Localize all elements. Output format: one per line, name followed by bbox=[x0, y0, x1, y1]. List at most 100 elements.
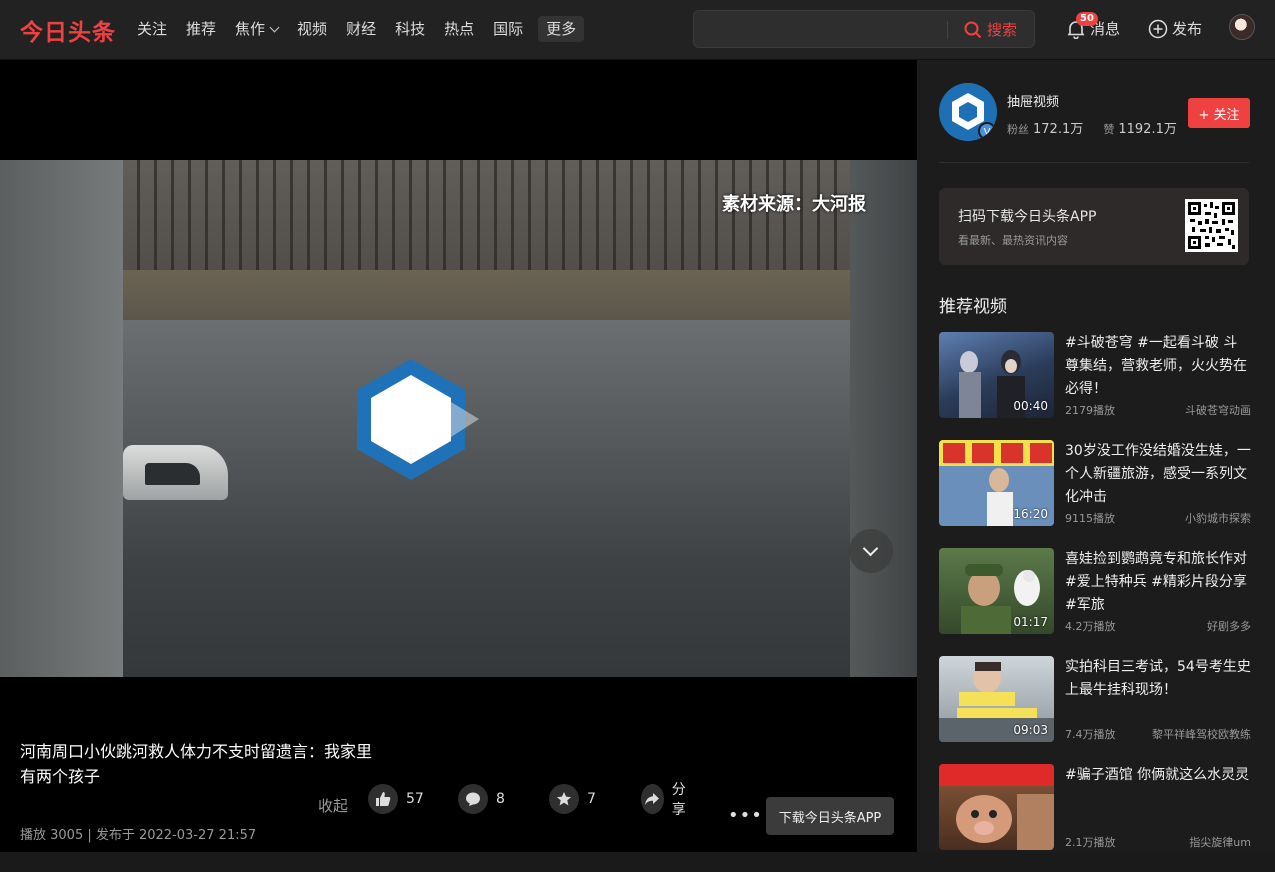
video-info-panel: 河南周口小伙跳河救人体力不支时留遗言：我家里有两个孩子 收起 播放 3005 |… bbox=[0, 677, 917, 852]
recommended-plays: 9115播放 bbox=[1065, 512, 1115, 525]
nav-item-city-label: 焦作 bbox=[235, 20, 266, 38]
nav-item-follow[interactable]: 关注 bbox=[137, 16, 167, 42]
video-scene-car-window bbox=[145, 463, 200, 485]
video-scene-water bbox=[120, 320, 860, 677]
author-logo-icon: V bbox=[939, 83, 997, 141]
channel-nav: 关注 推荐 焦作 视频 财经 科技 热点 国际 更多 bbox=[137, 16, 603, 42]
video-duration: 09:03 bbox=[1013, 723, 1048, 737]
comment-button[interactable]: 8 bbox=[458, 784, 505, 814]
like-button[interactable]: 57 bbox=[368, 784, 424, 814]
collapse-button[interactable]: 收起 bbox=[318, 795, 348, 816]
video-duration: 16:20 bbox=[1013, 507, 1048, 521]
video-thumbnail[interactable]: 01:17 bbox=[939, 548, 1054, 634]
download-app-button[interactable]: 下载今日头条APP bbox=[766, 797, 894, 835]
user-avatar[interactable] bbox=[1229, 14, 1255, 40]
expand-collapse-button[interactable] bbox=[849, 529, 893, 573]
recommended-plays: 2.1万播放 bbox=[1065, 836, 1116, 849]
share-button[interactable]: 分享 bbox=[641, 779, 693, 819]
likes-label: 赞 bbox=[1103, 123, 1115, 136]
author-stats: 粉丝 172.1万 赞 1192.1万 bbox=[1007, 118, 1177, 137]
share-icon bbox=[641, 784, 664, 814]
favorite-count: 7 bbox=[587, 791, 596, 807]
video-title: 河南周口小伙跳河救人体力不支时留遗言：我家里有两个孩子 bbox=[20, 742, 373, 786]
author-avatar[interactable]: V bbox=[939, 83, 997, 141]
app-download-promo[interactable]: 扫码下载今日头条APP 看最新、最热资讯内容 bbox=[939, 188, 1249, 265]
search-button-label: 搜索 bbox=[987, 21, 1018, 39]
recommended-plays: 4.2万播放 bbox=[1065, 620, 1116, 633]
favorite-button[interactable]: 7 bbox=[549, 784, 596, 814]
nav-item-international[interactable]: 国际 bbox=[493, 16, 523, 42]
message-count-badge: 50 bbox=[1076, 12, 1098, 26]
video-player[interactable]: 素材来源：大河报 bbox=[0, 60, 917, 677]
chevron-down-icon bbox=[269, 22, 280, 33]
more-options-icon[interactable]: ••• bbox=[728, 805, 763, 826]
recommended-item[interactable]: 00:40 #斗破苍穹 #一起看斗破 斗尊集结，营救老师，火火势在必得！ 217… bbox=[939, 332, 1251, 440]
comment-icon bbox=[458, 784, 488, 814]
app-promo-title: 扫码下载今日头条APP bbox=[958, 209, 1097, 225]
recommended-title[interactable]: #骗子酒馆 你俩就这么水灵灵 bbox=[1065, 764, 1251, 787]
recommended-plays: 2179播放 bbox=[1065, 404, 1115, 417]
search-button[interactable]: 搜索 bbox=[964, 19, 1017, 40]
recommended-source[interactable]: 指尖旋律um bbox=[1189, 834, 1251, 850]
author-likes-count: 1192.1万 bbox=[1118, 122, 1177, 137]
video-thumbnail[interactable] bbox=[939, 764, 1054, 850]
nav-item-tech[interactable]: 科技 bbox=[395, 16, 425, 42]
recommended-title[interactable]: 实拍科目三考试，54号考生史上最牛挂科现场！ bbox=[1065, 656, 1251, 702]
follow-button[interactable]: + 关注 bbox=[1188, 98, 1250, 128]
qr-code-icon bbox=[1185, 199, 1238, 252]
nav-item-recommend[interactable]: 推荐 bbox=[186, 16, 216, 42]
comment-count: 8 bbox=[496, 791, 505, 807]
nav-item-video[interactable]: 视频 bbox=[297, 16, 327, 42]
recommended-source[interactable]: 小豹城市探索 bbox=[1185, 510, 1251, 526]
publish-label: 发布 bbox=[1172, 20, 1203, 38]
nav-item-hot[interactable]: 热点 bbox=[444, 16, 474, 42]
nav-item-finance[interactable]: 财经 bbox=[346, 16, 376, 42]
svg-text:V: V bbox=[984, 127, 991, 138]
author-name[interactable]: 抽屉视频 bbox=[1007, 91, 1059, 110]
video-duration: 00:40 bbox=[1013, 399, 1048, 413]
recommended-source[interactable]: 好剧多多 bbox=[1207, 618, 1251, 634]
fans-count: 172.1万 bbox=[1033, 122, 1084, 137]
star-icon bbox=[549, 784, 579, 814]
chevron-down-icon bbox=[862, 540, 879, 557]
recommended-title[interactable]: 30岁没工作没结婚没生娃，一个人新疆旅游，感受一系列文化冲击 bbox=[1065, 440, 1251, 509]
recommended-item[interactable]: 16:20 30岁没工作没结婚没生娃，一个人新疆旅游，感受一系列文化冲击 911… bbox=[939, 440, 1251, 548]
channel-logo-watermark-icon bbox=[357, 359, 479, 480]
recommended-source[interactable]: 斗破苍穹动画 bbox=[1185, 402, 1251, 418]
right-sidebar: V 抽屉视频 粉丝 172.1万 赞 1192.1万 + 关注 扫码下载今日头条AP… bbox=[917, 60, 1275, 852]
thumbs-up-icon bbox=[368, 784, 398, 814]
like-count: 57 bbox=[406, 791, 424, 807]
recommended-plays: 7.4万播放 bbox=[1065, 728, 1116, 741]
recommended-list: 00:40 #斗破苍穹 #一起看斗破 斗尊集结，营救老师，火火势在必得！ 217… bbox=[939, 332, 1251, 872]
video-source-watermark: 素材来源：大河报 bbox=[722, 194, 866, 215]
recommended-title[interactable]: 喜娃捡到鹦鹉竟专和旅长作对#爱上特种兵 #精彩片段分享 #军旅 bbox=[1065, 548, 1251, 617]
nav-item-more[interactable]: 更多 bbox=[538, 16, 585, 42]
messages-button[interactable]: 50 消息 bbox=[1066, 12, 1120, 39]
video-blur-right bbox=[850, 160, 917, 677]
top-navbar: 今日头条 关注 推荐 焦作 视频 财经 科技 热点 国际 更多 搜索 50 消息… bbox=[0, 0, 1275, 60]
recommended-heading: 推荐视频 bbox=[939, 297, 1007, 317]
share-label: 分享 bbox=[671, 782, 686, 818]
toutiao-logo[interactable]: 今日头条 bbox=[20, 13, 116, 47]
video-blur-left bbox=[0, 160, 123, 677]
author-card: V 抽屉视频 粉丝 172.1万 赞 1192.1万 + 关注 bbox=[939, 83, 1250, 163]
publish-button[interactable]: 发布 bbox=[1148, 18, 1202, 39]
video-meta: 播放 3005 | 发布于 2022-03-27 21:57 bbox=[20, 828, 257, 843]
recommended-item[interactable]: 01:17 喜娃捡到鹦鹉竟专和旅长作对#爱上特种兵 #精彩片段分享 #军旅 4.… bbox=[939, 548, 1251, 656]
video-duration: 01:17 bbox=[1013, 615, 1048, 629]
thumbnail-art bbox=[939, 764, 1054, 850]
search-icon bbox=[964, 21, 982, 38]
app-promo-subtitle: 看最新、最热资讯内容 bbox=[958, 234, 1068, 247]
plus-circle-icon bbox=[1148, 19, 1168, 38]
recommended-source[interactable]: 黎平祥峰驾校欧教练 bbox=[1152, 726, 1251, 742]
video-thumbnail[interactable]: 09:03 bbox=[939, 656, 1054, 742]
video-thumbnail[interactable]: 16:20 bbox=[939, 440, 1054, 526]
nav-item-city[interactable]: 焦作 bbox=[235, 16, 280, 42]
search-divider bbox=[947, 21, 948, 39]
recommended-title[interactable]: #斗破苍穹 #一起看斗破 斗尊集结，营救老师，火火势在必得！ bbox=[1065, 332, 1251, 401]
search-input[interactable] bbox=[704, 19, 934, 41]
video-thumbnail[interactable]: 00:40 bbox=[939, 332, 1054, 418]
recommended-item[interactable]: #骗子酒馆 你俩就这么水灵灵 2.1万播放 指尖旋律um bbox=[939, 764, 1251, 872]
video-frame[interactable]: 素材来源：大河报 bbox=[0, 160, 917, 677]
recommended-item[interactable]: 09:03 实拍科目三考试，54号考生史上最牛挂科现场！ 7.4万播放 黎平祥峰… bbox=[939, 656, 1251, 764]
